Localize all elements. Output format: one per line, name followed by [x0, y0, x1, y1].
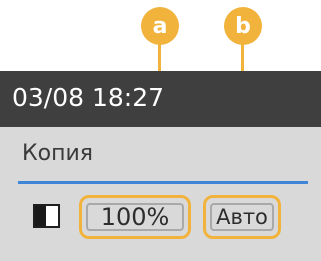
- page-title: Копия: [22, 141, 93, 166]
- copy-screen-illustration: a b 03/08 18:27 Копия 100% Авто: [0, 0, 321, 261]
- zoom-value: 100%: [100, 203, 170, 231]
- date-time: 03/08 18:27: [12, 83, 165, 112]
- title-divider: [18, 181, 308, 184]
- zoom-setting[interactable]: 100%: [79, 195, 191, 239]
- contrast-icon: [33, 204, 60, 228]
- paper-value: Авто: [216, 205, 268, 229]
- paper-setting[interactable]: Авто: [203, 195, 281, 239]
- callout-a-badge: a: [141, 7, 179, 45]
- callout-b-badge: b: [224, 7, 262, 45]
